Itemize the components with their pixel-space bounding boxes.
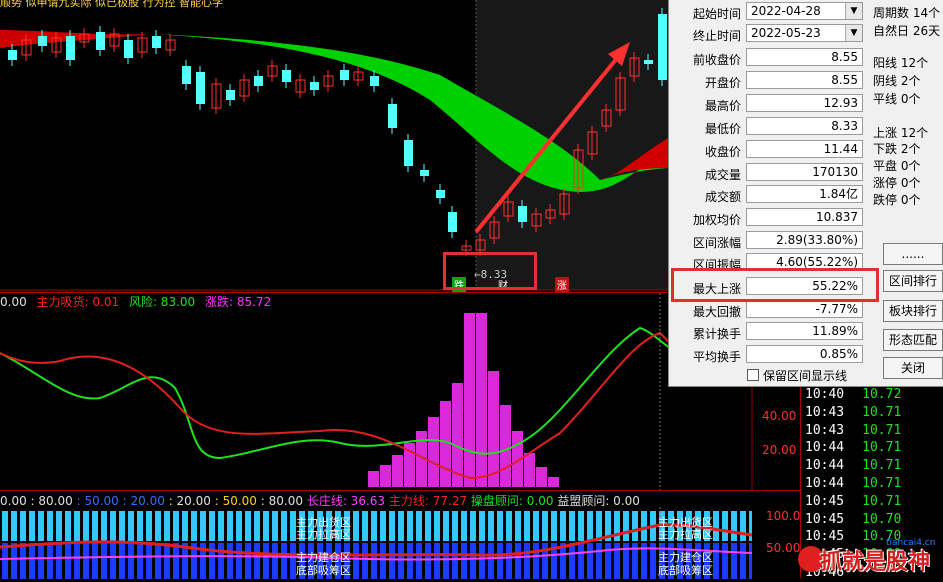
main-chart[interactable]: 顺势 似申请九实际 似已极股 行为控 智能心学 ←8.33 跌 财 涨 — [0, 0, 668, 292]
info-periods: 周期数 14个 — [873, 6, 941, 20]
indicator2-axis-50: 50.00 — [766, 541, 801, 555]
low-highlight-box — [443, 252, 537, 290]
tape-row: 10:43 10.71 — [805, 422, 902, 438]
stat-row-avg-turnover: 平均换手 0.85% — [669, 345, 869, 365]
max-rise-highlight-box — [671, 268, 879, 302]
start-time-row: 起始时间 2022-04-28 ▼ — [669, 2, 869, 22]
watermark-logo: 抓就是股神 tiancai4.cn — [798, 538, 943, 578]
close-button[interactable]: 关闭 — [883, 357, 943, 379]
indicator1-axis-20: 20.00 — [762, 443, 797, 457]
tape-row: 10:45 10.70 — [805, 511, 902, 527]
watermark-text: 抓就是股神 — [820, 550, 931, 575]
stat-row-close: 收盘价 11.44 — [669, 140, 869, 160]
tape-row: 10:44 10.71 — [805, 458, 902, 474]
legend2-3: : 20.00 — [122, 494, 165, 508]
stat-row-high: 最高价 12.93 — [669, 94, 869, 114]
legend2-2: : 50.00 — [76, 494, 119, 508]
start-time-picker[interactable]: 2022-04-28 ▼ — [746, 2, 863, 20]
indicator1-axis-40: 40.00 — [762, 409, 797, 423]
info-unchanged: 平盘 0个 — [873, 159, 921, 173]
info-yin: 阴线 2个 — [873, 74, 921, 88]
zone-bottom-right: 底部吸筹区 — [658, 564, 713, 577]
candlestick-svg — [0, 0, 668, 291]
legend2-5: : 50.00 — [214, 494, 257, 508]
top-strip: 顺势 似申请九实际 似已极股 行为控 智能心学 — [0, 0, 223, 9]
legend2-advisor: 操盘顾问: 0.00 — [470, 494, 554, 508]
stat-row-open: 开盘价 8.55 — [669, 71, 869, 91]
legend2-0: 0.00 — [0, 494, 27, 508]
stat-row-volume: 成交量 170130 — [669, 163, 869, 183]
tape-row: 10:40 10.72 — [805, 387, 902, 402]
chevron-down-icon[interactable]: ▼ — [845, 25, 862, 41]
indicator2-axis-100: 100.0 — [766, 509, 801, 523]
stat-row-prev-close: 前收盘价 8.55 — [669, 48, 869, 68]
info-down: 下跌 2个 — [873, 142, 921, 156]
info-limit-up: 涨停 0个 — [873, 176, 921, 190]
legend2-main-line: 主力线: 77.27 — [388, 494, 468, 508]
indicator2-svg — [0, 507, 752, 579]
legend2-4: : 20.00 — [168, 494, 211, 508]
marker-zhang: 涨 — [555, 277, 569, 292]
legend2-yimeng: 益盟顾问: 0.00 — [557, 494, 640, 508]
interval-stats-dialog: 起始时间 2022-04-28 ▼ 终止时间 2022-05-23 ▼ 前收盘价 8.… — [668, 0, 943, 387]
info-days: 自然日 26天 — [873, 24, 941, 38]
legend2-long-line: 长庄线: 36.63 — [306, 494, 386, 508]
stat-row-low: 最低价 8.33 — [669, 117, 869, 137]
indicator2-panel[interactable]: 0.00 : 80.00 : 50.00 : 20.00 : 20.00 : 5… — [0, 490, 800, 579]
more-button[interactable]: ...... — [883, 243, 943, 265]
keep-line-label: 保留区间显示线 — [763, 369, 848, 383]
zone-pull-right: 主力拉高区 — [658, 528, 713, 541]
chevron-down-icon[interactable]: ▼ — [845, 3, 862, 19]
info-yang: 阳线 12个 — [873, 56, 929, 70]
stat-row-vwap: 加权均价 10.837 — [669, 208, 869, 228]
keep-line-checkbox[interactable] — [747, 369, 759, 381]
legend2-6: : 80.00 — [260, 494, 303, 508]
zone-pull: 主力拉高区 — [296, 528, 351, 541]
stat-row-cum-turnover: 累计换手 11.89% — [669, 322, 869, 342]
end-time-picker[interactable]: 2022-05-23 ▼ — [746, 24, 863, 42]
info-limit-down: 跌停 0个 — [873, 193, 921, 207]
sector-rank-button[interactable]: 板块排行 — [883, 300, 943, 322]
zone-bottom: 底部吸筹区 — [296, 564, 351, 577]
tape-row: 10:44 10.71 — [805, 440, 902, 456]
info-up: 上涨 12个 — [873, 126, 929, 140]
tape-row: 10:45 10.71 — [805, 493, 902, 509]
tape-row: 10:43 10.71 — [805, 404, 902, 420]
pattern-match-button[interactable]: 形态匹配 — [883, 329, 943, 351]
interval-rank-button[interactable]: 区间排行 — [883, 270, 943, 292]
stat-row-amount: 成交额 1.84亿 — [669, 185, 869, 205]
watermark-sub: tiancai4.cn — [886, 538, 936, 548]
stat-row-range-change: 区间涨幅 2.89(33.80%) — [669, 231, 869, 251]
end-time-row: 终止时间 2022-05-23 ▼ — [669, 24, 869, 44]
stat-row-max-drawdown: 最大回撤 -7.77% — [669, 300, 869, 320]
tape-row: 10:44 10.71 — [805, 475, 902, 491]
info-flat: 平线 0个 — [873, 92, 921, 106]
legend2-1: : 80.00 — [30, 494, 73, 508]
